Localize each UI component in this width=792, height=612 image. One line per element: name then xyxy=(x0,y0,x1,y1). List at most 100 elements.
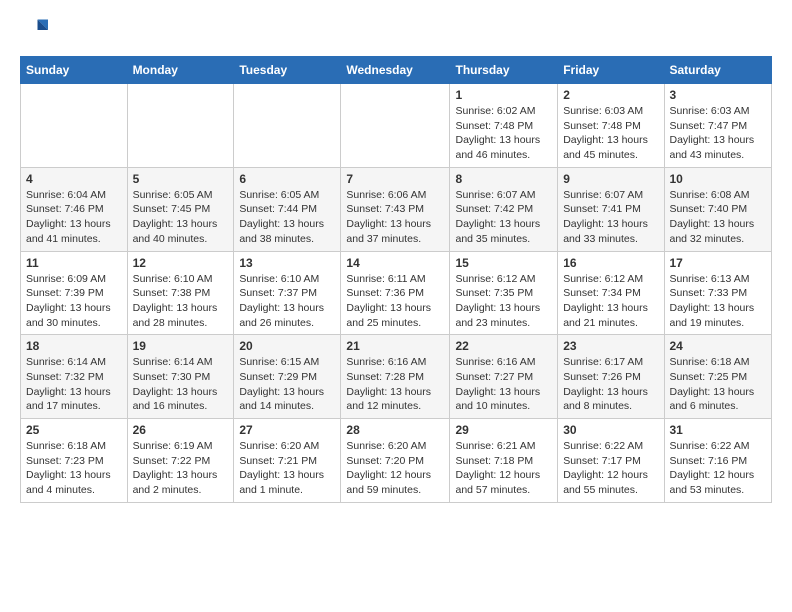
calendar-cell: 7Sunrise: 6:06 AMSunset: 7:43 PMDaylight… xyxy=(341,167,450,251)
calendar-cell: 22 Sunrise: 6:16 AMSunset: 7:27 PMDayligh… xyxy=(450,335,558,419)
calendar-cell xyxy=(127,84,234,168)
calendar-week-row: 18 Sunrise: 6:14 AMSunset: 7:32 PMDayligh… xyxy=(21,335,772,419)
calendar-week-row: 4Sunrise: 6:04 AMSunset: 7:46 PMDaylight… xyxy=(21,167,772,251)
calendar-cell: 31 Sunrise: 6:22 AMSunset: 7:16 PMDayligh… xyxy=(664,419,772,503)
day-number: 15 xyxy=(455,256,552,270)
day-info: Sunrise: 6:07 AMSunset: 7:42 PMDaylight:… xyxy=(455,188,552,247)
header-thursday: Thursday xyxy=(450,57,558,84)
calendar-cell: 28Sunrise: 6:20 AMSunset: 7:20 PMDayligh… xyxy=(341,419,450,503)
day-number: 13 xyxy=(239,256,335,270)
day-info: Sunrise: 6:14 AMSunset: 7:32 PMDaylight:… xyxy=(26,355,122,414)
day-info: Sunrise: 6:18 AMSunset: 7:23 PMDaylight:… xyxy=(26,439,122,498)
day-info: Sunrise: 6:04 AMSunset: 7:46 PMDaylight:… xyxy=(26,188,122,247)
day-info: Sunrise: 6:10 AMSunset: 7:37 PMDaylight:… xyxy=(239,272,335,331)
day-info: Sunrise: 6:12 AMSunset: 7:35 PMDaylight:… xyxy=(455,272,552,331)
day-info: Sunrise: 6:14 AMSunset: 7:30 PMDaylight:… xyxy=(133,355,229,414)
day-number: 1 xyxy=(455,88,552,102)
day-number: 19 xyxy=(133,339,229,353)
day-number: 31 xyxy=(670,423,767,437)
calendar-cell: 13 Sunrise: 6:10 AMSunset: 7:37 PMDayligh… xyxy=(234,251,341,335)
day-number: 16 xyxy=(563,256,658,270)
calendar-cell: 5 Sunrise: 6:05 AMSunset: 7:45 PMDaylight… xyxy=(127,167,234,251)
calendar-cell: 15 Sunrise: 6:12 AMSunset: 7:35 PMDayligh… xyxy=(450,251,558,335)
day-info: Sunrise: 6:16 AMSunset: 7:27 PMDaylight:… xyxy=(455,355,552,414)
calendar-cell: 18 Sunrise: 6:14 AMSunset: 7:32 PMDayligh… xyxy=(21,335,128,419)
day-info: Sunrise: 6:02 AMSunset: 7:48 PMDaylight:… xyxy=(455,104,552,163)
day-info: Sunrise: 6:21 AMSunset: 7:18 PMDaylight:… xyxy=(455,439,552,498)
calendar-cell: 8 Sunrise: 6:07 AMSunset: 7:42 PMDaylight… xyxy=(450,167,558,251)
day-info: Sunrise: 6:22 AMSunset: 7:16 PMDaylight:… xyxy=(670,439,767,498)
calendar-week-row: 11Sunrise: 6:09 AMSunset: 7:39 PMDayligh… xyxy=(21,251,772,335)
day-number: 30 xyxy=(563,423,658,437)
day-number: 21 xyxy=(346,339,444,353)
day-info: Sunrise: 6:20 AMSunset: 7:20 PMDaylight:… xyxy=(346,439,444,498)
header-saturday: Saturday xyxy=(664,57,772,84)
day-info: Sunrise: 6:08 AMSunset: 7:40 PMDaylight:… xyxy=(670,188,767,247)
day-info: Sunrise: 6:07 AMSunset: 7:41 PMDaylight:… xyxy=(563,188,658,247)
day-info: Sunrise: 6:05 AMSunset: 7:45 PMDaylight:… xyxy=(133,188,229,247)
day-info: Sunrise: 6:10 AMSunset: 7:38 PMDaylight:… xyxy=(133,272,229,331)
calendar-cell: 29 Sunrise: 6:21 AMSunset: 7:18 PMDayligh… xyxy=(450,419,558,503)
header-friday: Friday xyxy=(558,57,664,84)
day-number: 14 xyxy=(346,256,444,270)
header-monday: Monday xyxy=(127,57,234,84)
day-number: 25 xyxy=(26,423,122,437)
header-wednesday: Wednesday xyxy=(341,57,450,84)
page-header xyxy=(20,16,772,44)
day-info: Sunrise: 6:06 AMSunset: 7:43 PMDaylight:… xyxy=(346,188,444,247)
day-info: Sunrise: 6:11 AMSunset: 7:36 PMDaylight:… xyxy=(346,272,444,331)
calendar-cell: 25 Sunrise: 6:18 AMSunset: 7:23 PMDayligh… xyxy=(21,419,128,503)
calendar-cell: 17 Sunrise: 6:13 AMSunset: 7:33 PMDayligh… xyxy=(664,251,772,335)
header-sunday: Sunday xyxy=(21,57,128,84)
day-number: 9 xyxy=(563,172,658,186)
day-number: 10 xyxy=(670,172,767,186)
calendar-cell xyxy=(21,84,128,168)
day-info: Sunrise: 6:03 AMSunset: 7:47 PMDaylight:… xyxy=(670,104,767,163)
day-number: 26 xyxy=(133,423,229,437)
calendar-cell: 4Sunrise: 6:04 AMSunset: 7:46 PMDaylight… xyxy=(21,167,128,251)
day-number: 8 xyxy=(455,172,552,186)
day-info: Sunrise: 6:12 AMSunset: 7:34 PMDaylight:… xyxy=(563,272,658,331)
calendar-cell: 26 Sunrise: 6:19 AMSunset: 7:22 PMDayligh… xyxy=(127,419,234,503)
day-number: 18 xyxy=(26,339,122,353)
calendar-cell: 30Sunrise: 6:22 AMSunset: 7:17 PMDayligh… xyxy=(558,419,664,503)
day-number: 22 xyxy=(455,339,552,353)
calendar-cell xyxy=(234,84,341,168)
day-info: Sunrise: 6:03 AMSunset: 7:48 PMDaylight:… xyxy=(563,104,658,163)
day-info: Sunrise: 6:19 AMSunset: 7:22 PMDaylight:… xyxy=(133,439,229,498)
logo xyxy=(20,16,52,44)
logo-icon xyxy=(20,16,48,44)
calendar-cell xyxy=(341,84,450,168)
day-info: Sunrise: 6:13 AMSunset: 7:33 PMDaylight:… xyxy=(670,272,767,331)
day-number: 29 xyxy=(455,423,552,437)
day-info: Sunrise: 6:20 AMSunset: 7:21 PMDaylight:… xyxy=(239,439,335,498)
day-number: 20 xyxy=(239,339,335,353)
day-number: 17 xyxy=(670,256,767,270)
calendar-cell: 21 Sunrise: 6:16 AMSunset: 7:28 PMDayligh… xyxy=(341,335,450,419)
day-number: 11 xyxy=(26,256,122,270)
calendar-table: SundayMondayTuesdayWednesdayThursdayFrid… xyxy=(20,56,772,503)
calendar-cell: 6Sunrise: 6:05 AMSunset: 7:44 PMDaylight… xyxy=(234,167,341,251)
header-tuesday: Tuesday xyxy=(234,57,341,84)
day-number: 5 xyxy=(133,172,229,186)
calendar-cell: 10 Sunrise: 6:08 AMSunset: 7:40 PMDayligh… xyxy=(664,167,772,251)
calendar-cell: 24 Sunrise: 6:18 AMSunset: 7:25 PMDayligh… xyxy=(664,335,772,419)
day-number: 23 xyxy=(563,339,658,353)
day-number: 2 xyxy=(563,88,658,102)
day-number: 6 xyxy=(239,172,335,186)
calendar-cell: 12 Sunrise: 6:10 AMSunset: 7:38 PMDayligh… xyxy=(127,251,234,335)
calendar-header-row: SundayMondayTuesdayWednesdayThursdayFrid… xyxy=(21,57,772,84)
day-info: Sunrise: 6:16 AMSunset: 7:28 PMDaylight:… xyxy=(346,355,444,414)
calendar-cell: 1 Sunrise: 6:02 AMSunset: 7:48 PMDaylight… xyxy=(450,84,558,168)
calendar-cell: 11Sunrise: 6:09 AMSunset: 7:39 PMDayligh… xyxy=(21,251,128,335)
calendar-week-row: 1 Sunrise: 6:02 AMSunset: 7:48 PMDaylight… xyxy=(21,84,772,168)
calendar-cell: 9 Sunrise: 6:07 AMSunset: 7:41 PMDaylight… xyxy=(558,167,664,251)
day-number: 12 xyxy=(133,256,229,270)
calendar-cell: 20Sunrise: 6:15 AMSunset: 7:29 PMDayligh… xyxy=(234,335,341,419)
day-info: Sunrise: 6:18 AMSunset: 7:25 PMDaylight:… xyxy=(670,355,767,414)
calendar-cell: 16 Sunrise: 6:12 AMSunset: 7:34 PMDayligh… xyxy=(558,251,664,335)
day-info: Sunrise: 6:17 AMSunset: 7:26 PMDaylight:… xyxy=(563,355,658,414)
calendar-week-row: 25 Sunrise: 6:18 AMSunset: 7:23 PMDayligh… xyxy=(21,419,772,503)
day-number: 27 xyxy=(239,423,335,437)
day-number: 24 xyxy=(670,339,767,353)
